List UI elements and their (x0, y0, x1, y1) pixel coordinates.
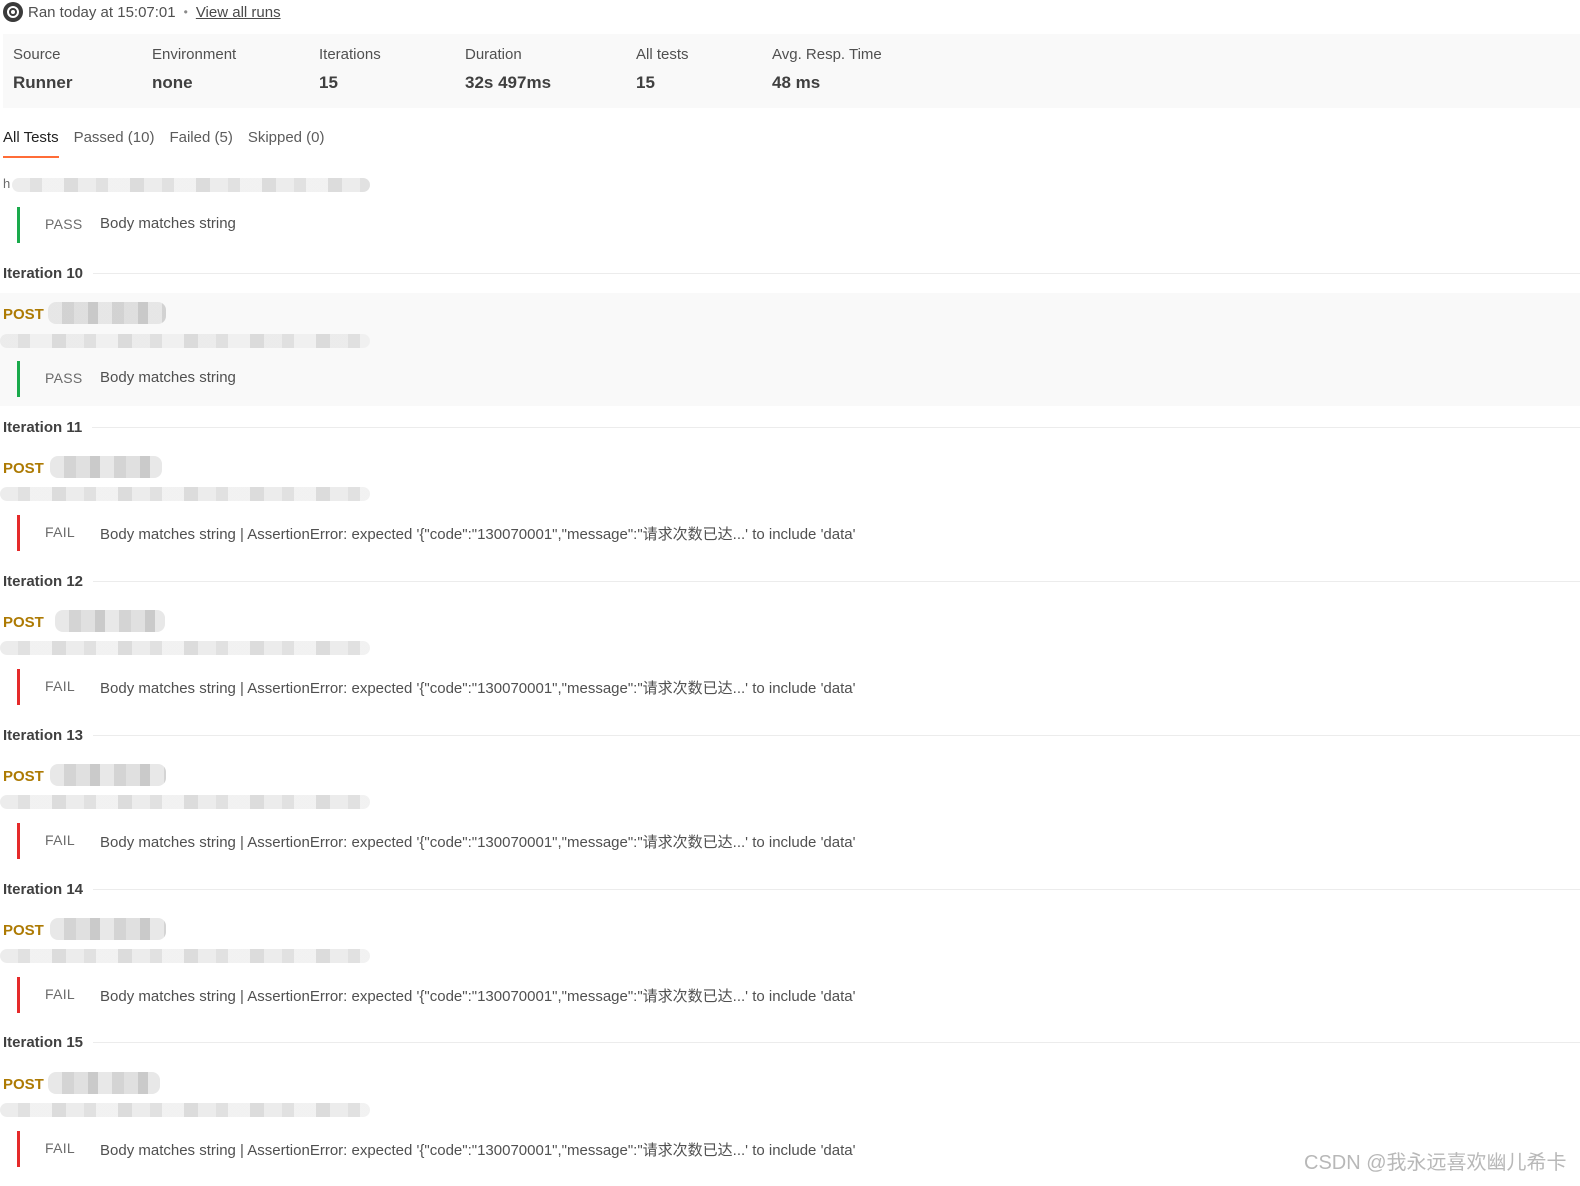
request-url-stub: h (3, 176, 11, 191)
stat-environment: Environment none (152, 46, 236, 93)
redacted-request-name (48, 1072, 160, 1094)
stat-iterations: Iterations 15 (319, 46, 381, 93)
stat-duration: Duration 32s 497ms (465, 46, 551, 93)
redacted-request-name (55, 610, 165, 632)
stat-avg-resp-label: Avg. Resp. Time (772, 46, 882, 63)
iteration-title: Iteration 13 (3, 726, 84, 744)
run-header: Ran today at 15:07:01 • View all runs (0, 0, 281, 24)
test-result: FAIL Body matches string | AssertionErro… (0, 823, 1100, 859)
redacted-request-name (50, 456, 162, 478)
test-result: FAIL Body matches string | AssertionErro… (0, 669, 1100, 705)
watermark: CSDN @我永远喜欢幽儿希卡 (1304, 1152, 1567, 1174)
iteration-title: Iteration 10 (3, 264, 84, 282)
request-method: POST (3, 922, 44, 939)
stat-duration-value: 32s 497ms (465, 73, 552, 92)
test-result: FAIL Body matches string | AssertionErro… (0, 977, 1100, 1013)
test-result: FAIL Body matches string | AssertionErro… (0, 1131, 1100, 1167)
request-method: POST (3, 1076, 44, 1093)
fail-indicator-bar (17, 823, 20, 859)
test-status: PASS (45, 216, 83, 232)
test-name: Body matches string | AssertionError: ex… (100, 834, 856, 851)
redacted-url (12, 178, 370, 192)
test-name: Body matches string | AssertionError: ex… (100, 1142, 856, 1159)
iteration-divider (93, 580, 1580, 582)
redacted-url (0, 1103, 370, 1117)
request-method: POST (3, 460, 44, 477)
test-name: Body matches string (100, 215, 236, 232)
tab-skipped[interactable]: Skipped (0) (248, 124, 325, 158)
fail-indicator-bar (17, 1131, 20, 1167)
stat-duration-label: Duration (465, 46, 522, 63)
redacted-url (0, 795, 370, 809)
request-method: POST (3, 614, 44, 631)
fail-indicator-bar (17, 515, 20, 551)
test-status: FAIL (45, 524, 75, 540)
stat-iterations-value: 15 (319, 73, 338, 92)
tab-all-tests[interactable]: All Tests (3, 124, 59, 158)
iteration-header: Iteration 10 (3, 263, 1580, 283)
test-result: PASS Body matches string (0, 361, 1100, 397)
fail-indicator-bar (17, 669, 20, 705)
stat-avg-resp-value: 48 ms (772, 73, 821, 92)
test-status: FAIL (45, 986, 75, 1002)
run-summary: Source Runner Environment none Iteration… (3, 34, 1580, 108)
pass-indicator-bar (17, 207, 20, 243)
redacted-request-name (50, 918, 166, 940)
stat-iterations-label: Iterations (319, 46, 381, 63)
stat-source: Source Runner (13, 46, 73, 93)
tab-failed[interactable]: Failed (5) (169, 124, 232, 158)
iteration-divider (92, 426, 1580, 428)
stat-source-label: Source (13, 46, 61, 63)
pass-indicator-bar (17, 361, 20, 397)
stat-source-value: Runner (13, 73, 73, 92)
iteration-divider (93, 272, 1580, 274)
test-status: FAIL (45, 832, 75, 848)
iteration-header: Iteration 12 (3, 571, 1580, 591)
test-name: Body matches string | AssertionError: ex… (100, 680, 856, 697)
view-all-runs-link[interactable]: View all runs (196, 4, 281, 21)
test-name: Body matches string (100, 369, 236, 386)
header-separator: • (183, 5, 188, 19)
test-status: PASS (45, 370, 83, 386)
redacted-url (0, 949, 370, 963)
redacted-url (0, 641, 370, 655)
stat-environment-label: Environment (152, 46, 237, 63)
stat-all-tests-label: All tests (636, 46, 689, 63)
iteration-header: Iteration 15 (3, 1032, 1580, 1052)
test-status: FAIL (45, 1140, 75, 1156)
stat-avg-resp: Avg. Resp. Time 48 ms (772, 46, 882, 93)
test-name: Body matches string | AssertionError: ex… (100, 526, 856, 543)
stat-all-tests: All tests 15 (636, 46, 689, 93)
redacted-url (0, 334, 370, 348)
iteration-divider (93, 734, 1580, 736)
result-filter-tabs: All Tests Passed (10) Failed (5) Skipped… (3, 124, 340, 158)
iteration-header: Iteration 11 (3, 417, 1580, 437)
tab-passed[interactable]: Passed (10) (74, 124, 155, 158)
iteration-title: Iteration 12 (3, 572, 84, 590)
test-result: FAIL Body matches string | AssertionErro… (0, 515, 1100, 551)
redacted-url (0, 487, 370, 501)
iteration-title: Iteration 11 (3, 418, 83, 436)
redacted-request-name (50, 764, 166, 786)
test-result: PASS Body matches string (0, 207, 1100, 243)
stat-environment-value: none (152, 73, 193, 92)
redacted-request-name (48, 302, 166, 324)
test-status: FAIL (45, 678, 75, 694)
iteration-title: Iteration 14 (3, 880, 84, 898)
iteration-header: Iteration 14 (3, 879, 1580, 899)
request-method: POST (3, 306, 44, 323)
iteration-title: Iteration 15 (3, 1033, 84, 1051)
fail-indicator-bar (17, 977, 20, 1013)
request-method: POST (3, 768, 44, 785)
run-status-icon (3, 2, 23, 22)
iteration-divider (93, 888, 1580, 890)
iteration-divider (93, 1041, 1580, 1043)
iteration-header: Iteration 13 (3, 725, 1580, 745)
test-name: Body matches string | AssertionError: ex… (100, 988, 856, 1005)
stat-all-tests-value: 15 (636, 73, 655, 92)
ran-time-text: Ran today at 15:07:01 (28, 3, 176, 21)
